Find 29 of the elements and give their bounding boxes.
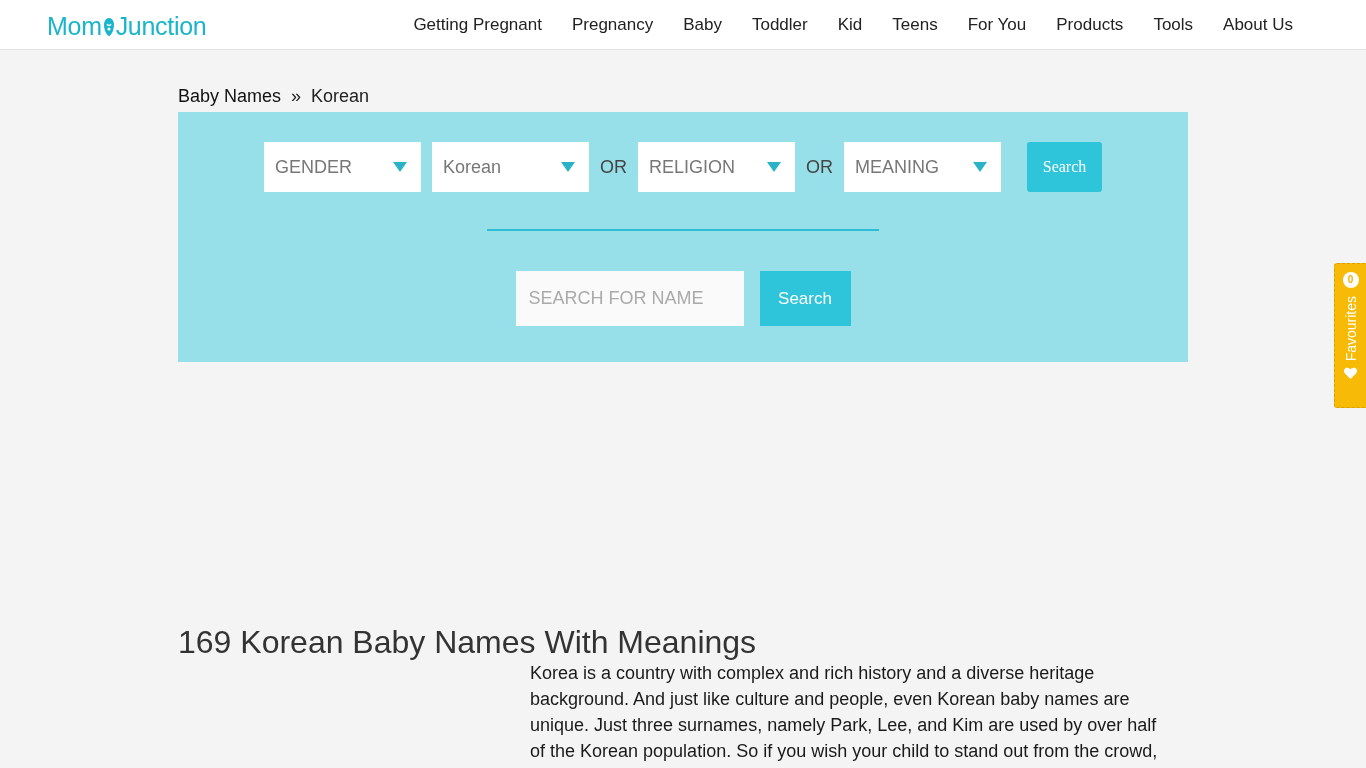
- filter-dropdown[interactable]: GENDER: [264, 142, 421, 192]
- favourites-count: 0: [1342, 272, 1359, 288]
- nav-link[interactable]: Tools: [1153, 14, 1194, 35]
- nav-link[interactable]: Products: [1056, 14, 1124, 35]
- or-label: OR: [600, 156, 627, 179]
- heart-icon: [1344, 367, 1357, 380]
- breadcrumb-current: Korean: [311, 85, 370, 108]
- baby-icon: [102, 16, 115, 37]
- dropdown-arrow-icon: [973, 162, 987, 172]
- filter-dropdown[interactable]: Korean: [432, 142, 589, 192]
- nav-link[interactable]: Pregnancy: [571, 14, 654, 35]
- nav-link[interactable]: Baby: [683, 14, 722, 35]
- filter-dropdown[interactable]: MEANING: [844, 142, 1001, 192]
- nav-link[interactable]: Toddler: [751, 14, 808, 35]
- nav-link[interactable]: Kid: [837, 14, 863, 35]
- page-heading: 169 Korean Baby Names With Meanings: [178, 624, 758, 660]
- intro-paragraph: Korea is a country with complex and rich history and a diverse heritage background. And just like culture and people, even Korean baby names are unique. Just three surnames, namely Park, Lee, and Kim are used by over half of the Korean population. So if you wish your child to stand out from the crowd,: [530, 662, 1159, 763]
- dropdown-arrow-icon: [767, 162, 781, 172]
- dropdown-arrow-icon: [393, 162, 407, 172]
- nav-link[interactable]: Getting Pregnant: [413, 14, 542, 35]
- dropdown-arrow-icon: [561, 162, 575, 172]
- nav-link[interactable]: For You: [967, 14, 1027, 35]
- or-label: OR: [806, 156, 833, 179]
- nav-link[interactable]: Teens: [892, 14, 938, 35]
- breadcrumb-link[interactable]: Baby Names: [178, 84, 282, 108]
- breadcrumb-separator: »: [291, 85, 302, 108]
- filter-dropdown[interactable]: RELIGION: [638, 142, 795, 192]
- name-search-field[interactable]: SEARCH FOR NAME: [515, 271, 744, 326]
- nav-link[interactable]: About Us: [1223, 14, 1293, 35]
